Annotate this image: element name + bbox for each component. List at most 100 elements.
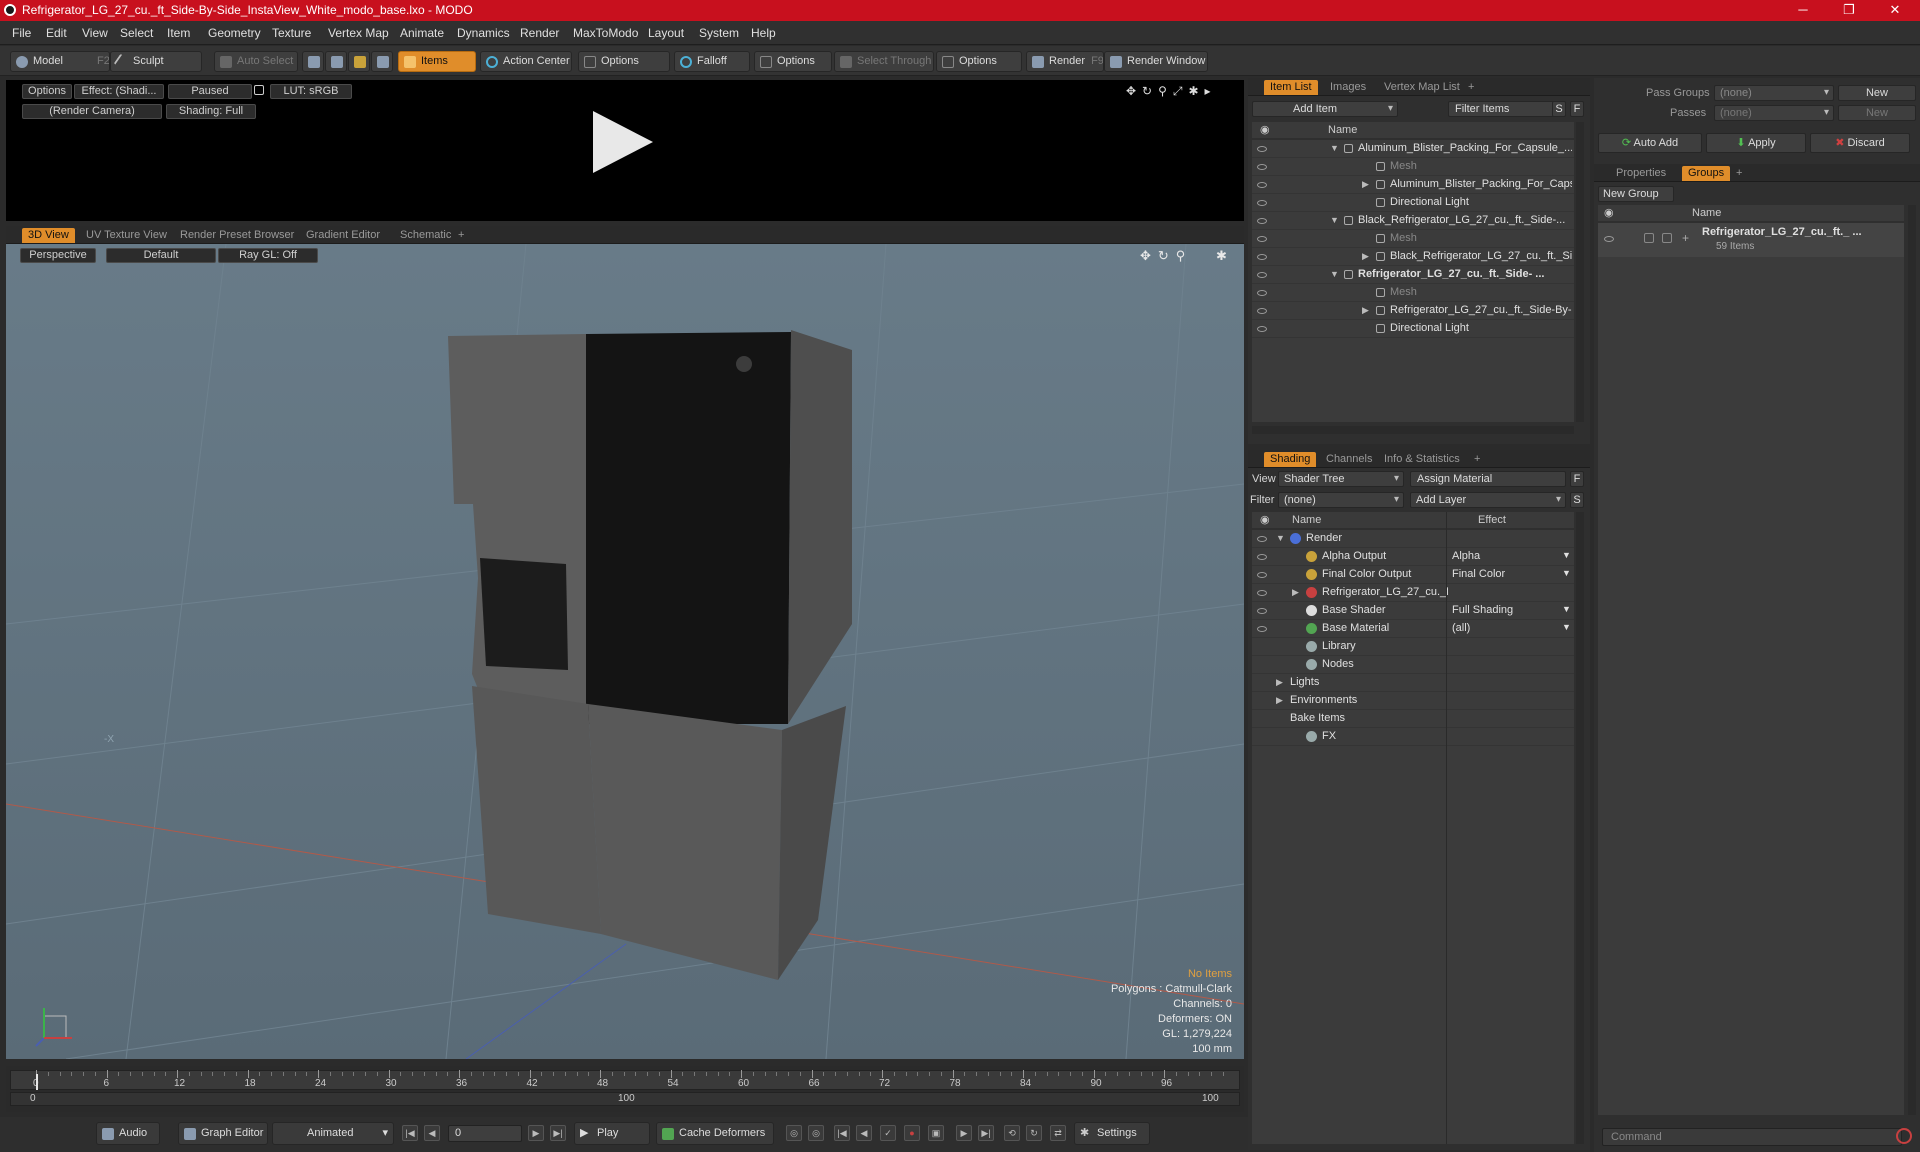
- raygl-dropdown[interactable]: Ray GL: Off: [218, 248, 318, 263]
- select-checkbox[interactable]: [1662, 233, 1672, 243]
- item-row[interactable]: ▼ Black_Refrigerator_LG_27_cu._ft._Side-.…: [1252, 212, 1574, 230]
- select-vertices-button[interactable]: [302, 51, 324, 72]
- chevron-right-icon[interactable]: ▶: [1276, 677, 1283, 688]
- model-mode-button[interactable]: Model F2: [10, 51, 110, 72]
- eye-icon[interactable]: [1257, 200, 1267, 206]
- shader-row[interactable]: ▶ Refrigerator_LG_27_cu._f ...: [1252, 584, 1574, 602]
- timeline-playhead[interactable]: [36, 1074, 38, 1090]
- filter-s-button[interactable]: S: [1552, 101, 1566, 117]
- shader-row[interactable]: Alpha Output Alpha ▼: [1252, 548, 1574, 566]
- assign-material-button[interactable]: Assign Material: [1410, 471, 1566, 487]
- shader-tree-dropdown[interactable]: Shader Tree: [1278, 471, 1404, 487]
- eye-icon[interactable]: [1257, 626, 1267, 632]
- eye-icon[interactable]: [1257, 182, 1267, 188]
- shader-row[interactable]: Library: [1252, 638, 1574, 656]
- lock-checkbox[interactable]: [1644, 233, 1654, 243]
- tab-vertex-map-list[interactable]: Vertex Map List: [1378, 80, 1466, 95]
- tab-shading[interactable]: Shading: [1264, 452, 1317, 467]
- menu-view[interactable]: View: [82, 26, 108, 40]
- close-button[interactable]: ✕: [1872, 0, 1918, 21]
- chevron-down-icon[interactable]: ▼: [1330, 269, 1339, 279]
- shader-tree[interactable]: ▼ Render Alpha Output Alpha ▼ Final Color Out…: [1252, 530, 1574, 1144]
- item-row[interactable]: ▶ Refrigerator_LG_27_cu._ft._Side-By-...: [1252, 302, 1574, 320]
- eye-icon[interactable]: [1604, 236, 1614, 242]
- add-tab-button[interactable]: +: [452, 228, 470, 243]
- menu-texture[interactable]: Texture: [272, 26, 311, 40]
- eye-icon[interactable]: [1257, 608, 1267, 614]
- item-row[interactable]: ▶ Aluminum_Blister_Packing_For_Capsul...: [1252, 176, 1574, 194]
- add-tab-button[interactable]: +: [1468, 452, 1486, 467]
- preview-paused-toggle[interactable]: Paused: [168, 84, 252, 99]
- menu-file[interactable]: File: [12, 26, 31, 40]
- frame-input[interactable]: 0: [448, 1125, 522, 1142]
- shading-dropdown[interactable]: Shading: Full: [166, 104, 256, 119]
- select-through-button[interactable]: Select Through: [834, 51, 934, 72]
- menu-select[interactable]: Select: [120, 26, 153, 40]
- chevron-down-icon[interactable]: ▼: [1562, 622, 1571, 632]
- eye-icon[interactable]: [1257, 554, 1267, 560]
- chevron-right-icon[interactable]: ▶: [1362, 179, 1369, 190]
- new-pass-group-button[interactable]: New: [1838, 85, 1916, 101]
- tab-gradient-editor[interactable]: Gradient Editor: [300, 228, 386, 243]
- shading-f-button[interactable]: F: [1570, 471, 1584, 487]
- falloff-options-button[interactable]: Options: [754, 51, 832, 72]
- select-materials-button[interactable]: [371, 51, 393, 72]
- add-layer-dropdown[interactable]: Add Layer: [1410, 492, 1566, 508]
- select-polygons-button[interactable]: [348, 51, 370, 72]
- shader-tree-scrollbar[interactable]: [1576, 512, 1584, 1144]
- key-tool2-icon[interactable]: ◎: [808, 1125, 824, 1141]
- items-mode-button[interactable]: Items: [398, 51, 476, 72]
- maximize-button[interactable]: ❐: [1826, 0, 1872, 21]
- render-camera-dropdown[interactable]: (Render Camera): [22, 104, 162, 119]
- tab-info-statistics[interactable]: Info & Statistics: [1378, 452, 1466, 467]
- bounce-icon[interactable]: ⇄: [1050, 1125, 1066, 1141]
- shader-row[interactable]: Bake Items: [1252, 710, 1574, 728]
- eye-icon[interactable]: [1257, 326, 1267, 332]
- auto-select-button[interactable]: Auto Select: [214, 51, 298, 72]
- menu-maxtomodo[interactable]: MaxToModo: [573, 26, 638, 40]
- shader-row[interactable]: Final Color Output Final Color ▼: [1252, 566, 1574, 584]
- menu-geometry[interactable]: Geometry: [208, 26, 261, 40]
- chevron-down-icon[interactable]: ▼: [1330, 215, 1339, 225]
- play-icon[interactable]: [593, 111, 653, 173]
- sync-icon[interactable]: ↻: [1026, 1125, 1042, 1141]
- chevron-down-icon[interactable]: ▼: [1562, 604, 1571, 614]
- menu-animate[interactable]: Animate: [400, 26, 444, 40]
- loop-icon[interactable]: ⟲: [1004, 1125, 1020, 1141]
- prev-key2-button[interactable]: ◀: [856, 1125, 872, 1141]
- passes-dropdown[interactable]: (none): [1714, 105, 1834, 121]
- chevron-down-icon[interactable]: ▼: [1330, 143, 1339, 153]
- select-edges-button[interactable]: [325, 51, 347, 72]
- key-checkmark-icon[interactable]: ✓: [880, 1125, 896, 1141]
- tab-item-list[interactable]: Item List: [1264, 80, 1318, 95]
- group-row[interactable]: + Refrigerator_LG_27_cu._ft._ ... 59 Ite…: [1598, 223, 1904, 257]
- add-tab-button[interactable]: +: [1462, 80, 1480, 95]
- effect-dropdown[interactable]: Alpha: [1452, 550, 1570, 562]
- shader-row[interactable]: ▼ Render: [1252, 530, 1574, 548]
- next-frame-button[interactable]: ▶: [528, 1125, 544, 1141]
- chevron-right-icon[interactable]: ▶: [1276, 695, 1283, 706]
- key-options-icon[interactable]: ▣: [928, 1125, 944, 1141]
- prev-key-button[interactable]: |◀: [834, 1125, 850, 1141]
- lock-icon[interactable]: [254, 85, 264, 95]
- refrigerator-model[interactable]: [448, 330, 852, 980]
- render-window-button[interactable]: Render Window: [1104, 51, 1208, 72]
- settings-button[interactable]: ✱ Settings: [1074, 1122, 1150, 1145]
- next-key2-button[interactable]: ▶|: [978, 1125, 994, 1141]
- discard-button[interactable]: ✖ Discard: [1810, 133, 1910, 153]
- prev-frame-button[interactable]: ◀: [424, 1125, 440, 1141]
- shading-s-button[interactable]: S: [1570, 492, 1584, 508]
- effect-dropdown[interactable]: Final Color: [1452, 568, 1570, 580]
- eye-icon[interactable]: [1257, 236, 1267, 242]
- shader-row[interactable]: Nodes: [1252, 656, 1574, 674]
- tab-render-preset-browser[interactable]: Render Preset Browser: [174, 228, 300, 243]
- tab-channels[interactable]: Channels: [1320, 452, 1378, 467]
- select-through-options-button[interactable]: Options: [936, 51, 1022, 72]
- add-tab-button[interactable]: +: [1730, 166, 1748, 181]
- item-row[interactable]: ▼ Refrigerator_LG_27_cu._ft._Side- ...: [1252, 266, 1574, 284]
- filter-f-button[interactable]: F: [1570, 101, 1584, 117]
- key-tool-icon[interactable]: ◎: [786, 1125, 802, 1141]
- item-row[interactable]: Mesh: [1252, 230, 1574, 248]
- viewport-nav-icons[interactable]: ✥↻⚲: [1140, 248, 1192, 264]
- eye-icon[interactable]: [1257, 572, 1267, 578]
